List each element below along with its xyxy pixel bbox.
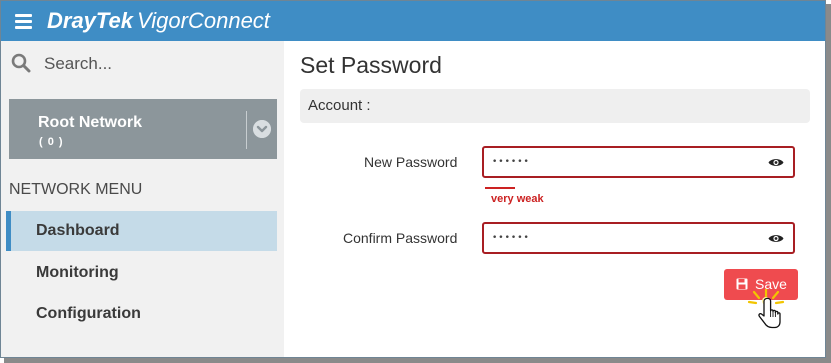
brand-product: VigorConnect [137, 8, 270, 33]
main-panel: Set Password Account : New Password very… [284, 41, 825, 357]
password-strength-text: very weak [491, 193, 544, 205]
new-password-input[interactable] [492, 153, 762, 171]
eye-icon[interactable] [768, 233, 784, 244]
search-input[interactable] [44, 52, 264, 76]
brand-name: DrayTek [47, 8, 134, 33]
window-shadow [4, 358, 831, 363]
app-window: DrayTekVigorConnect Root Network ( 0 ) N… [0, 0, 826, 358]
new-password-field [482, 146, 795, 178]
chevron-down-icon[interactable] [253, 120, 271, 138]
window-shadow [826, 4, 831, 363]
hand-pointer-icon [747, 289, 785, 329]
search-bar [11, 51, 271, 77]
password-strength-bar [485, 187, 515, 189]
account-label: Account : [308, 97, 371, 114]
brand-logo: DrayTek VigorConnect [47, 8, 270, 34]
root-network-count: ( 0 ) [39, 136, 64, 148]
sidebar-item-dashboard[interactable]: Dashboard [6, 211, 277, 251]
account-bar: Account : [300, 89, 810, 123]
confirm-password-label: Confirm Password [343, 230, 458, 246]
sidebar-item-configuration[interactable]: Configuration [6, 294, 277, 334]
sidebar-item-monitoring[interactable]: Monitoring [6, 253, 277, 293]
root-network-selector[interactable]: Root Network ( 0 ) [9, 99, 277, 159]
top-bar: DrayTek VigorConnect [1, 1, 825, 41]
page-title: Set Password [300, 52, 442, 78]
search-icon [11, 53, 31, 73]
root-network-name: Root Network [38, 114, 142, 131]
confirm-password-field [482, 222, 795, 254]
hamburger-icon[interactable] [15, 14, 32, 29]
eye-icon[interactable] [768, 157, 784, 168]
divider [246, 111, 247, 149]
new-password-label: New Password [364, 154, 458, 170]
network-menu-heading: NETWORK MENU [9, 181, 143, 198]
sidebar: Root Network ( 0 ) NETWORK MENU Dashboar… [1, 41, 284, 357]
confirm-password-input[interactable] [492, 229, 762, 247]
